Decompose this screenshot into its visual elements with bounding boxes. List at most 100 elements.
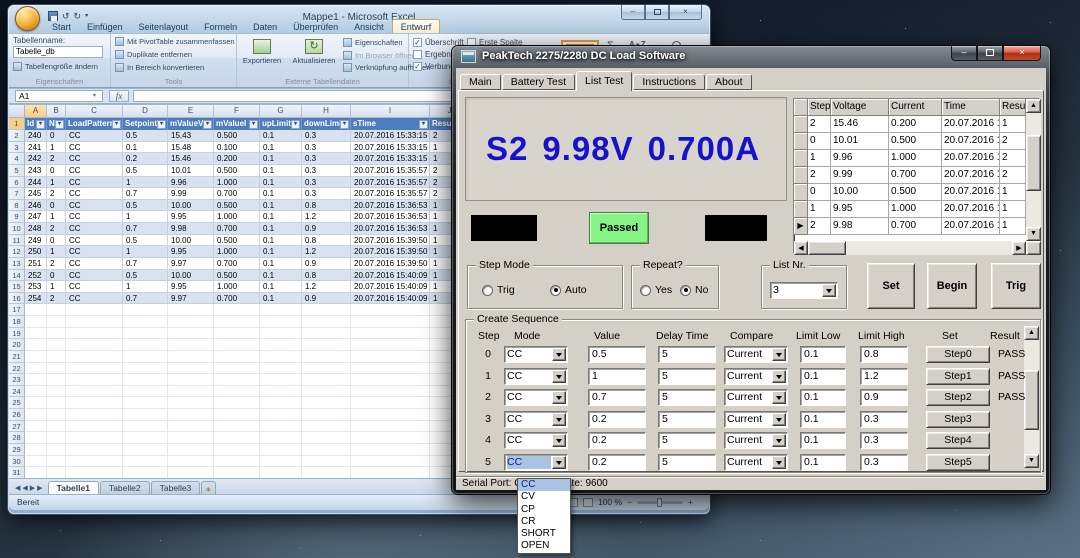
begin-button[interactable]: Begin	[927, 263, 977, 309]
cell[interactable]: 2	[47, 293, 66, 305]
row-header-2[interactable]: 2	[9, 130, 25, 142]
refresh-button[interactable]: ↻ Aktualisieren	[287, 36, 341, 76]
results-cell[interactable]: 2	[1000, 133, 1026, 150]
cell[interactable]: 9.97	[168, 293, 214, 305]
value-input[interactable]: 0.2	[588, 432, 646, 449]
cell[interactable]: CC	[66, 211, 123, 223]
cell[interactable]: 10.01	[168, 165, 214, 177]
row-header-29[interactable]: 29	[9, 444, 25, 456]
page-break-view-icon[interactable]	[583, 498, 593, 507]
cell[interactable]: 0.700	[214, 188, 260, 200]
cell[interactable]: 250	[25, 246, 47, 258]
cell[interactable]	[168, 432, 214, 444]
value-input[interactable]: 0.7	[588, 389, 646, 406]
cell[interactable]	[214, 351, 260, 363]
cell[interactable]: 20.07.2016 15:36:53	[351, 211, 430, 223]
cell[interactable]: 0.500	[214, 200, 260, 212]
select-all-corner[interactable]	[9, 105, 25, 118]
resize-table-button[interactable]: Tabellengröße ändern	[13, 62, 98, 71]
cell[interactable]: 20.07.2016 15:39:50	[351, 258, 430, 270]
cell[interactable]	[351, 444, 430, 456]
step-set-button[interactable]: Step0	[926, 346, 990, 363]
zoom-in-icon[interactable]: +	[688, 497, 693, 507]
filter-icon[interactable]: ▾	[340, 120, 349, 129]
cell[interactable]	[47, 304, 66, 316]
compare-combo[interactable]: Current	[724, 454, 788, 471]
cell[interactable]	[302, 351, 351, 363]
cell[interactable]: 0.100	[214, 142, 260, 154]
results-row[interactable]: 010.000.50020.07.2016 11	[794, 184, 1039, 201]
cell[interactable]: 253	[25, 281, 47, 293]
combo-arrow-icon[interactable]	[552, 370, 566, 383]
cell[interactable]: 244	[25, 177, 47, 189]
limit-high-input[interactable]: 0.3	[860, 411, 908, 428]
cell[interactable]: 0.1	[260, 188, 302, 200]
cell[interactable]	[123, 328, 168, 340]
cell[interactable]: CC	[66, 142, 123, 154]
cell[interactable]	[214, 304, 260, 316]
cell[interactable]: 20.07.2016 15:35:57	[351, 177, 430, 189]
combo-arrow-icon[interactable]	[772, 370, 786, 383]
row-header-4[interactable]: 4	[9, 153, 25, 165]
sheet-tab-tabelle2[interactable]: Tabelle2	[100, 481, 150, 494]
cell[interactable]	[25, 456, 47, 468]
cell[interactable]: 0.1	[260, 153, 302, 165]
tab-about[interactable]: About	[706, 74, 751, 90]
scroll-right-icon[interactable]: ▶	[1012, 241, 1026, 255]
cell[interactable]: CC	[66, 281, 123, 293]
cell[interactable]: 1.000	[214, 246, 260, 258]
cell[interactable]: CC	[66, 153, 123, 165]
cell[interactable]: CC	[66, 235, 123, 247]
minimize-icon[interactable]: –	[951, 46, 977, 61]
mode-combo[interactable]: CC	[504, 454, 568, 471]
cell[interactable]: 0.5	[123, 165, 168, 177]
cell[interactable]: 20.07.2016 15:33:15	[351, 142, 430, 154]
column-header-E[interactable]: E	[168, 105, 214, 118]
last-sheet-icon[interactable]: ▶	[37, 484, 42, 492]
cell[interactable]	[351, 409, 430, 421]
limit-low-input[interactable]: 0.1	[800, 454, 846, 471]
scroll-thumb[interactable]	[808, 241, 846, 255]
cell[interactable]: 1.2	[302, 211, 351, 223]
cell[interactable]: 246	[25, 200, 47, 212]
cell[interactable]: 252	[25, 270, 47, 282]
step-set-button[interactable]: Step2	[926, 389, 990, 406]
cell[interactable]: 1	[123, 211, 168, 223]
cell[interactable]: 20.07.2016 15:39:50	[351, 235, 430, 247]
minimize-icon[interactable]: –	[621, 5, 645, 20]
cell[interactable]: 241	[25, 142, 47, 154]
combo-arrow-icon[interactable]	[772, 456, 786, 469]
cell[interactable]	[351, 339, 430, 351]
results-cell[interactable]: 9.96	[831, 150, 889, 167]
cell[interactable]	[47, 409, 66, 421]
row-header-26[interactable]: 26	[9, 409, 25, 421]
combo-arrow-icon[interactable]	[772, 348, 786, 361]
row-header-31[interactable]: 31	[9, 467, 25, 478]
cell[interactable]: 1.000	[214, 211, 260, 223]
ribbon-tab-entwurf[interactable]: Entwurf	[392, 19, 441, 33]
cell[interactable]	[66, 351, 123, 363]
cell[interactable]: 0	[47, 235, 66, 247]
cell[interactable]: 20.07.2016 15:39:50	[351, 246, 430, 258]
cell[interactable]: CC	[66, 223, 123, 235]
row-header-7[interactable]: 7	[9, 188, 25, 200]
cell[interactable]	[214, 432, 260, 444]
cell[interactable]	[351, 456, 430, 468]
name-box-dropdown-icon[interactable]: ▾	[93, 92, 96, 99]
list-nr-combo[interactable]: 3	[770, 282, 838, 299]
cell[interactable]	[260, 409, 302, 421]
mode-option-cp[interactable]: CP	[518, 504, 570, 516]
cell[interactable]: 9.98	[168, 223, 214, 235]
cell[interactable]	[302, 397, 351, 409]
table-header-cell[interactable]: sTime▾	[351, 118, 430, 130]
cell[interactable]: CC	[66, 258, 123, 270]
cell[interactable]: 0.7	[123, 293, 168, 305]
scroll-thumb[interactable]	[1024, 370, 1039, 430]
results-cell[interactable]: 0.500	[889, 184, 942, 201]
cell[interactable]	[123, 444, 168, 456]
cell[interactable]	[25, 432, 47, 444]
cell[interactable]	[168, 409, 214, 421]
cell[interactable]: 242	[25, 153, 47, 165]
cell[interactable]	[214, 456, 260, 468]
row-header-23[interactable]: 23	[9, 374, 25, 386]
